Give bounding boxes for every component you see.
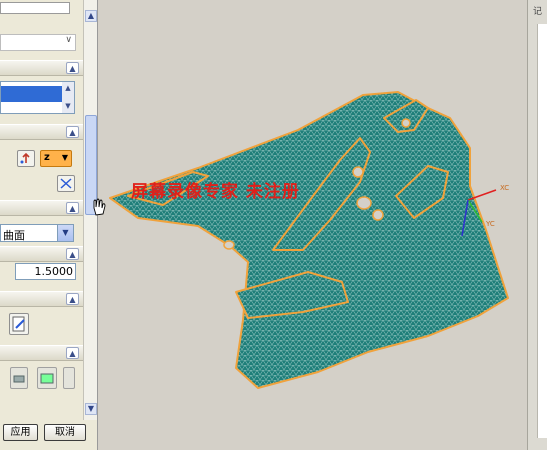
right-side-panel: 记	[527, 0, 547, 450]
section-header-6[interactable]: ▲	[0, 345, 83, 361]
axis-x-label: XC	[500, 184, 510, 192]
chevron-up-icon: ▲	[66, 202, 79, 214]
surface-type-select[interactable]: 曲面 ▼	[0, 224, 74, 242]
chevron-down-icon: ▼	[61, 153, 68, 162]
preview-option-1[interactable]	[10, 367, 28, 389]
preview-option-2[interactable]	[37, 367, 57, 389]
list-item-selected[interactable]	[1, 86, 63, 102]
side-panel-list[interactable]	[537, 24, 547, 438]
scroll-down-icon[interactable]: ▼	[62, 100, 74, 112]
section-header-5[interactable]: ▲	[0, 291, 83, 307]
recorder-watermark: 屏幕录像专家 未注册	[131, 182, 300, 202]
surface-type-value: 曲面	[3, 229, 25, 242]
axis-y-label: YC	[486, 220, 495, 228]
cancel-button[interactable]: 取消	[44, 424, 86, 441]
chevron-up-icon[interactable]: ▲	[66, 62, 79, 74]
shape-icon	[40, 373, 54, 384]
chevron-down-icon[interactable]: ▼	[57, 225, 73, 241]
vector-constructor-button[interactable]	[57, 175, 75, 192]
side-panel-header: 记	[533, 7, 543, 17]
section-header-2[interactable]: ▲	[0, 124, 83, 140]
distance-input[interactable]: 1.5000	[15, 263, 76, 280]
chevron-up-icon: ▲	[66, 293, 79, 305]
shape-icon	[13, 375, 25, 383]
z-axis-icon: z	[44, 152, 50, 163]
apply-button[interactable]: 应用	[3, 424, 38, 441]
edit-settings-button[interactable]	[9, 313, 29, 335]
dialog-panel: ∨ ▲ ▲ ▼ ▲ z ▼ ▲ 曲面 ▼ ▲ 1.5000 ▲ ▲ ▲ ▼ 应用…	[0, 0, 98, 450]
section-header-1[interactable]: ▲	[0, 60, 83, 76]
section-header-4[interactable]: ▲	[0, 246, 83, 262]
vector-dropdown-button[interactable]: z ▼	[40, 150, 72, 167]
chevron-up-icon: ▲	[66, 347, 79, 359]
top-field[interactable]	[0, 2, 70, 14]
scroll-down-icon[interactable]: ▼	[85, 403, 97, 415]
preview-option-3[interactable]	[63, 367, 75, 389]
direction-arrow-icon	[20, 152, 30, 164]
crosshair-icon	[60, 178, 72, 189]
document-edit-icon	[12, 316, 25, 332]
mesh-model[interactable]	[98, 0, 527, 450]
chevron-up-icon: ▲	[66, 248, 79, 260]
section-header-3[interactable]: ▲	[0, 200, 83, 216]
list-scrollbar[interactable]: ▲ ▼	[62, 82, 74, 113]
chevron-up-icon: ▲	[66, 126, 79, 138]
top-dropdown[interactable]: ∨	[0, 34, 76, 51]
reverse-direction-button[interactable]	[17, 150, 35, 167]
scroll-up-icon[interactable]: ▲	[62, 82, 74, 94]
scroll-up-icon[interactable]: ▲	[85, 10, 97, 22]
selection-list[interactable]: ▲ ▼	[0, 81, 75, 114]
hand-cursor-icon	[93, 198, 106, 216]
chevron-down-icon: ∨	[65, 35, 72, 45]
